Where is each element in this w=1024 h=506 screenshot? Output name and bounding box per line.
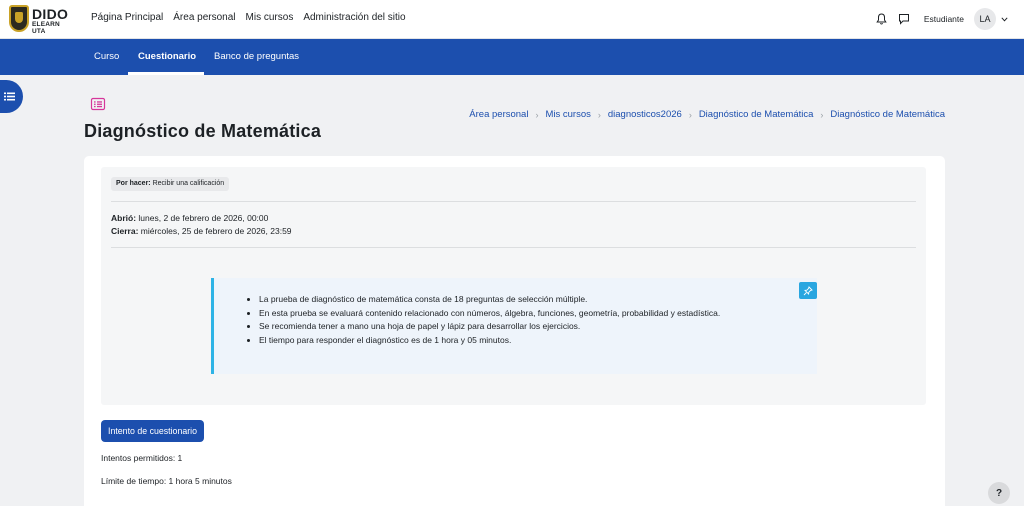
tab-question-bank[interactable]: Banco de preguntas <box>214 39 299 75</box>
nav-site-admin[interactable]: Administración del sitio <box>303 12 405 23</box>
user-avatar[interactable]: LA <box>974 8 996 30</box>
notifications-bell-icon[interactable] <box>874 11 890 27</box>
closes-value: miércoles, 25 de febrero de 2026, 23:59 <box>140 226 292 236</box>
quiz-description-box: La prueba de diagnóstico de matemática c… <box>211 278 817 374</box>
main-content-card: Por hacer: Recibir una calificación Abri… <box>84 156 945 506</box>
list-item: El tiempo para responder el diagnóstico … <box>259 334 720 348</box>
activity-dates: Abrió: lunes, 2 de febrero de 2026, 00:0… <box>111 212 292 238</box>
user-role-label: Estudiante <box>923 14 964 24</box>
breadcrumb-course[interactable]: diagnosticos2026 <box>608 109 682 120</box>
pin-icon[interactable] <box>799 282 817 299</box>
logo-name: DIDO <box>32 6 69 22</box>
opened-value: lunes, 2 de febrero de 2026, 00:00 <box>138 213 269 223</box>
description-list: La prueba de diagnóstico de matemática c… <box>259 293 720 347</box>
opened-label: Abrió: <box>111 213 137 223</box>
top-navbar: DIDO ELEARN UTA Página Principal Área pe… <box>0 0 1024 39</box>
breadcrumb-quiz[interactable]: Diagnóstico de Matemática <box>830 109 945 120</box>
primary-navigation: Página Principal Área personal Mis curso… <box>91 12 406 23</box>
closes-label: Cierra: <box>111 226 139 236</box>
user-area: Estudiante LA <box>874 8 1008 30</box>
list-item: En esta prueba se evaluará contenido rel… <box>259 307 720 321</box>
quiz-activity-icon <box>90 96 106 112</box>
nav-my-courses[interactable]: Mis cursos <box>246 12 294 23</box>
tab-course[interactable]: Curso <box>94 39 119 75</box>
completion-badge-value: Recibir una calificación <box>152 180 225 187</box>
completion-badge: Por hacer: Recibir una calificación <box>111 177 230 191</box>
messages-chat-icon[interactable] <box>896 11 912 27</box>
divider <box>111 201 916 202</box>
divider <box>111 247 916 248</box>
site-logo[interactable]: DIDO ELEARN UTA <box>9 5 69 35</box>
list-icon <box>4 92 15 101</box>
list-item: La prueba de diagnóstico de matemática c… <box>259 293 720 307</box>
time-limit: Límite de tiempo: 1 hora 5 minutos <box>101 476 232 486</box>
course-index-toggle[interactable] <box>0 80 23 113</box>
page-title: Diagnóstico de Matemática <box>84 121 322 141</box>
breadcrumb-dashboard[interactable]: Área personal <box>469 109 528 120</box>
attempts-allowed: Intentos permitidos: 1 <box>101 453 183 463</box>
nav-dashboard[interactable]: Área personal <box>173 12 235 23</box>
breadcrumb-section[interactable]: Diagnóstico de Matemática <box>699 109 814 120</box>
chevron-right-icon: › <box>688 109 692 120</box>
completion-badge-label: Por hacer: <box>116 180 151 187</box>
list-item: Se recomienda tener a mano una hoja de p… <box>259 320 720 334</box>
chevron-down-icon[interactable] <box>1000 15 1008 23</box>
chevron-right-icon: › <box>597 109 601 120</box>
active-tab-indicator <box>128 72 204 75</box>
shield-logo-icon <box>9 5 29 32</box>
attempt-quiz-button[interactable]: Intento de cuestionario <box>101 420 205 442</box>
closes-date: Cierra: miércoles, 25 de febrero de 2026… <box>111 225 292 238</box>
chevron-right-icon: › <box>820 109 824 120</box>
logo-subtitle: ELEARN UTA <box>32 21 60 35</box>
chevron-right-icon: › <box>535 109 539 120</box>
activity-header: Por hacer: Recibir una calificación Abri… <box>101 167 926 405</box>
breadcrumb: Área personal › Mis cursos › diagnostico… <box>469 109 945 120</box>
help-button[interactable]: ? <box>988 482 1010 504</box>
breadcrumb-my-courses[interactable]: Mis cursos <box>545 109 590 120</box>
opened-date: Abrió: lunes, 2 de febrero de 2026, 00:0… <box>111 212 292 225</box>
secondary-navigation: Curso Cuestionario Banco de preguntas <box>0 39 1024 75</box>
nav-home[interactable]: Página Principal <box>91 12 163 23</box>
tab-quiz[interactable]: Cuestionario <box>138 39 196 75</box>
